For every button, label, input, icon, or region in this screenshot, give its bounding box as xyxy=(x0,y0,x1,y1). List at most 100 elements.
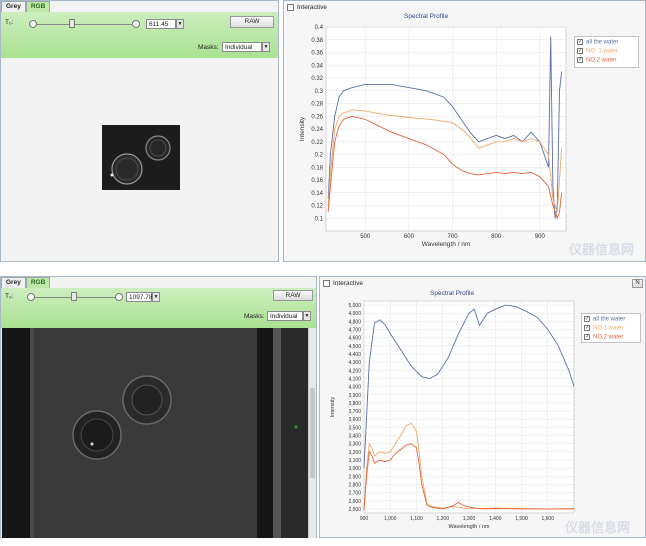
y-tick-label: 2,600 xyxy=(348,499,361,505)
masks-label: Masks: xyxy=(244,313,265,320)
y-tick-label: 4,400 xyxy=(348,352,361,358)
y-tick-label: 0.3 xyxy=(315,89,324,95)
y-tick-label: 3,800 xyxy=(348,401,361,407)
tab-rgb[interactable]: RGB xyxy=(25,1,51,12)
x-axis-label: Wavelength / nm xyxy=(448,524,489,530)
y-tick-label: 0.14 xyxy=(311,191,323,197)
legend-item-no2-water[interactable]: ✓ NO.2 water xyxy=(577,57,616,65)
y-tick-label: 0.32 xyxy=(311,76,323,82)
y-tick-label: 3,000 xyxy=(348,466,361,472)
x-tick-label: 800 xyxy=(491,234,502,240)
threshold-slider-thumb[interactable] xyxy=(71,292,77,301)
slider-min-icon[interactable] xyxy=(27,293,35,301)
slider-max-icon[interactable] xyxy=(132,20,140,28)
x-tick-label: 700 xyxy=(448,234,459,240)
y-tick-label: 2,900 xyxy=(348,474,361,480)
raw-button[interactable]: RAW xyxy=(230,16,274,28)
x-tick-label: 1,100 xyxy=(410,516,423,522)
y-tick-label: 3,900 xyxy=(348,393,361,399)
watermark: 仪器信息网 xyxy=(569,242,635,257)
chevron-down-icon[interactable]: ▼ xyxy=(176,19,184,29)
threshold-value-field[interactable]: 611.45 xyxy=(146,19,176,29)
legend-item-no1-water[interactable]: ✓ NO.1 water xyxy=(584,325,623,333)
scrollbar-thumb[interactable] xyxy=(310,388,315,478)
top-toolbar: T₀: 611.45 ▼ RAW Masks: Individual ▼ xyxy=(1,12,278,58)
y-tick-label: 2,800 xyxy=(348,482,361,488)
legend-checkbox[interactable]: ✓ xyxy=(577,57,583,63)
y-tick-label: 0.16 xyxy=(311,178,323,184)
x-tick-label: 1,400 xyxy=(489,516,502,522)
threshold-slider-track[interactable] xyxy=(31,24,137,25)
threshold-slider-thumb[interactable] xyxy=(69,19,75,28)
tab-rgb[interactable]: RGB xyxy=(25,277,51,288)
chevron-down-icon[interactable]: ▼ xyxy=(152,292,160,302)
threshold-value-field[interactable]: 1097.78 xyxy=(126,292,153,302)
y-tick-label: 0.18 xyxy=(311,165,323,171)
x-axis-label: Wavelength / nm xyxy=(422,241,471,248)
tab-grey[interactable]: Grey xyxy=(1,277,26,288)
x-tick-label: 1,000 xyxy=(384,516,397,522)
bottom-image-panel: Grey RGB T₀: 1097.78 ▼ RAW Masks: Indivi… xyxy=(0,276,317,538)
y-tick-label: 4,300 xyxy=(348,360,361,366)
legend-item-no2-water[interactable]: ✓ NO.2 water xyxy=(584,334,623,342)
top-image-panel: Grey RGB T₀: 611.45 ▼ RAW Masks: Individ… xyxy=(0,0,279,262)
y-tick-label: 4,900 xyxy=(348,311,361,317)
legend-item-all-water[interactable]: ✓ all the water xyxy=(577,39,618,47)
y-tick-label: 2,700 xyxy=(348,491,361,497)
top-thumbnail-image xyxy=(102,125,180,190)
y-tick-label: 3,500 xyxy=(348,425,361,431)
legend-checkbox[interactable]: ✓ xyxy=(584,325,590,331)
bottom-chart-panel: Interactive N Spectral Profile 2,500 2,60… xyxy=(319,276,646,538)
masks-label: Masks: xyxy=(198,44,219,51)
x-tick-label: 1,300 xyxy=(463,516,476,522)
legend-checkbox[interactable]: ✓ xyxy=(577,48,583,54)
y-tick-label: 0.2 xyxy=(315,153,324,159)
bottom-image-tabs: Grey RGB xyxy=(1,277,51,288)
watermark: 仪器信息网 xyxy=(565,520,631,535)
chevron-down-icon[interactable]: ▼ xyxy=(303,311,311,321)
y-tick-label: 0.34 xyxy=(311,63,323,69)
y-tick-label: 0.36 xyxy=(311,51,323,57)
y-tick-label: 0.4 xyxy=(315,25,324,31)
legend-checkbox[interactable]: ✓ xyxy=(577,39,583,45)
y-tick-label: 4,600 xyxy=(348,336,361,342)
slider-max-icon[interactable] xyxy=(115,293,123,301)
y-tick-label: 4,100 xyxy=(348,376,361,382)
y-tick-label: 4,800 xyxy=(348,319,361,325)
y-tick-label: 0.38 xyxy=(311,38,323,44)
y-tick-label: 0.28 xyxy=(311,102,323,108)
y-tick-label: 3,400 xyxy=(348,434,361,440)
water-drops-image xyxy=(110,135,171,185)
masks-select[interactable]: Individual xyxy=(267,311,303,321)
legend-label: NO. 1 water xyxy=(586,48,619,55)
slider-label: T₀: xyxy=(5,293,14,300)
bottom-camera-image xyxy=(2,328,308,538)
top-image-tabs: Grey RGB xyxy=(1,1,51,12)
y-tick-label: 4,500 xyxy=(348,344,361,350)
legend-item-no1-water[interactable]: ✓ NO. 1 water xyxy=(577,48,618,56)
vertical-scrollbar[interactable] xyxy=(308,328,316,538)
y-tick-label: 4,000 xyxy=(348,385,361,391)
x-tick-label: 1,200 xyxy=(436,516,449,522)
legend-checkbox[interactable]: ✓ xyxy=(584,334,590,340)
y-tick-label: 2,500 xyxy=(348,507,361,513)
legend-label: NO.2 water xyxy=(586,57,617,64)
chart-legend: ✓ all the water ✓ NO.1 water ✓ NO.2 water xyxy=(581,313,641,343)
tab-grey[interactable]: Grey xyxy=(1,1,26,12)
legend-checkbox[interactable]: ✓ xyxy=(584,316,590,322)
legend-label: all the water xyxy=(586,39,619,46)
chevron-down-icon[interactable]: ▼ xyxy=(262,42,270,52)
y-tick-label: 4,200 xyxy=(348,368,361,374)
legend-label: all the water xyxy=(593,316,626,323)
x-tick-label: 500 xyxy=(360,234,371,240)
legend-label: NO.1 water xyxy=(593,325,624,332)
raw-button[interactable]: RAW xyxy=(273,290,313,301)
y-tick-label: 3,200 xyxy=(348,450,361,456)
slider-min-icon[interactable] xyxy=(29,20,37,28)
y-tick-label: 3,100 xyxy=(348,458,361,464)
x-tick-label: 1,600 xyxy=(541,516,554,522)
masks-select[interactable]: Individual xyxy=(222,42,262,52)
water-drops-image xyxy=(2,328,308,538)
y-tick-label: 3,300 xyxy=(348,442,361,448)
legend-item-all-water[interactable]: ✓ all the water xyxy=(584,316,625,324)
